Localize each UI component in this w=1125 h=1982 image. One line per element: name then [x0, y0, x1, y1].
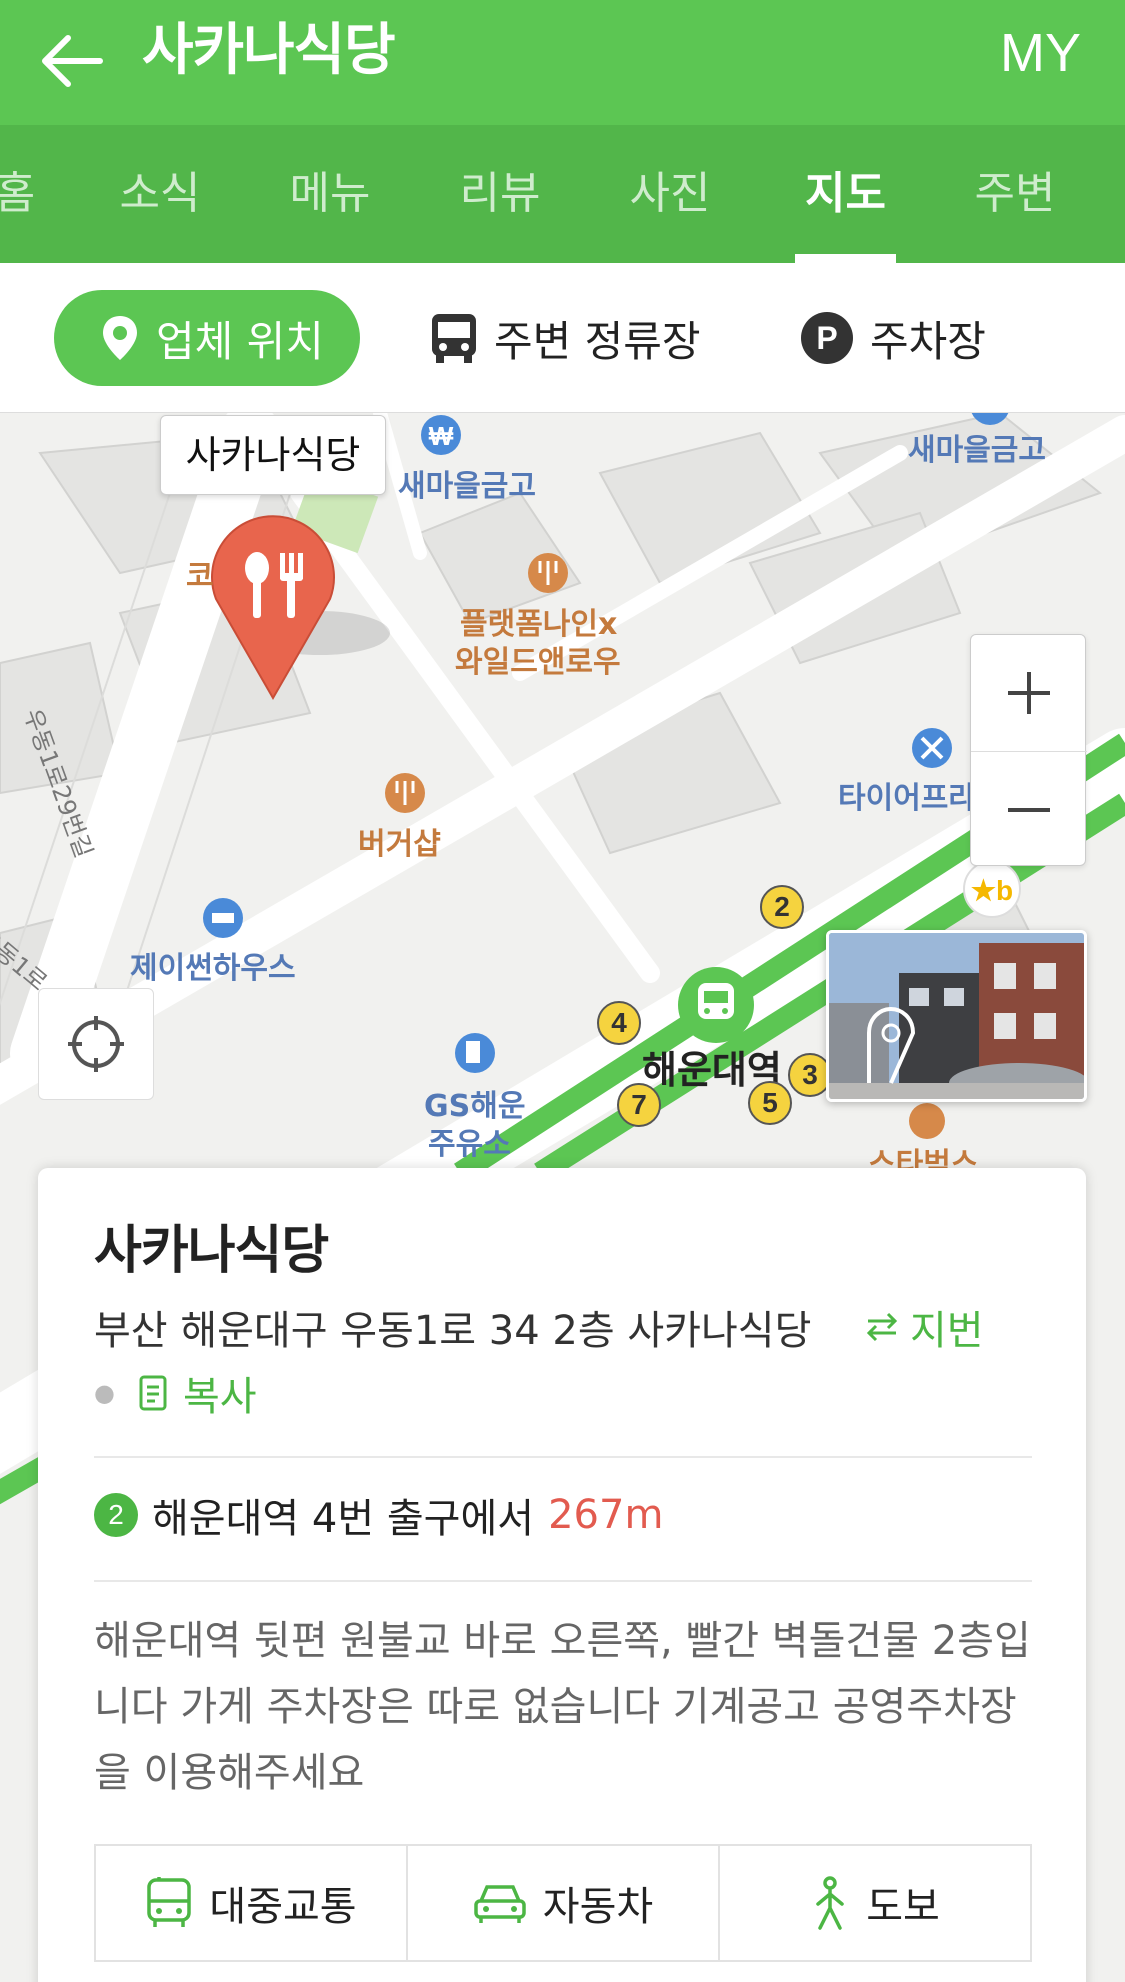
place-title: 사카나식당	[94, 1221, 329, 1281]
divider	[94, 1580, 1032, 1582]
swap-arrows-icon	[866, 1312, 898, 1342]
back-button[interactable]	[38, 26, 108, 96]
street-view-thumbnail[interactable]	[826, 930, 1087, 1102]
map-label-burger: 버거샵	[358, 827, 441, 862]
map-label-tire: 타이어프라	[838, 781, 976, 816]
parking-symbol: P	[816, 320, 837, 356]
zoom-controls	[970, 634, 1087, 867]
top-app-bar: 사카나식당 MY	[0, 0, 1125, 125]
svg-text:₩: ₩	[429, 421, 454, 451]
copy-document-icon	[139, 1375, 167, 1411]
street-view-image	[829, 933, 1084, 1099]
parking-filter-label: 주차장	[870, 316, 986, 366]
station-exit-text: 해운대역 4번 출구에서	[152, 1496, 535, 1542]
bus-stop-filter-label: 주변 정류장	[494, 316, 701, 366]
plus-icon	[1008, 672, 1050, 714]
zoom-in-button[interactable]	[971, 635, 1087, 751]
exit-badge: 2	[760, 885, 804, 929]
map-place-callout[interactable]: 사카나식당	[160, 415, 386, 495]
place-address: 부산 해운대구 우동1로 34 2층 사카나식당	[94, 1308, 812, 1354]
minus-icon	[1008, 807, 1050, 812]
starbucks-icon	[909, 1103, 945, 1139]
tab-reviews[interactable]: 리뷰	[450, 125, 550, 263]
transit-directions-button[interactable]: 대중교통	[96, 1846, 408, 1960]
transit-label: 대중교통	[209, 1884, 357, 1930]
lodging-poi-icon	[203, 898, 243, 938]
divider	[94, 1456, 1032, 1458]
car-icon	[473, 1881, 527, 1925]
location-filter-chip[interactable]: 업체 위치	[54, 290, 360, 386]
exit-badge: 5	[748, 1081, 792, 1125]
location-pin-icon	[100, 314, 140, 362]
copy-label: 복사	[182, 1374, 257, 1420]
walking-person-icon	[810, 1876, 850, 1930]
tab-nearby[interactable]: 주변	[965, 125, 1065, 263]
zoom-out-button[interactable]	[971, 751, 1087, 867]
crosshair-icon	[68, 1016, 124, 1072]
map-label-bank-left: 새마을금고	[398, 469, 536, 504]
bank-icon: ₩	[421, 415, 461, 455]
tab-home[interactable]: 홈	[0, 125, 50, 263]
map-label-bank-right: 새마을금고	[908, 433, 1046, 468]
parking-icon: P	[800, 311, 854, 365]
tab-photos[interactable]: 사진	[620, 125, 720, 263]
exit-badge: 4	[597, 1001, 641, 1045]
map-label-gas-2: 주유소	[428, 1127, 511, 1162]
tab-map[interactable]: 지도	[795, 125, 896, 263]
parking-filter-chip[interactable]: P 주차장	[800, 290, 986, 386]
map-label-cafe-2: 와일드앤로우	[455, 645, 621, 680]
car-directions-button[interactable]: 자동차	[408, 1846, 720, 1960]
tire-shop-icon	[912, 728, 952, 768]
cafe-poi-icon	[528, 553, 568, 593]
burger-poi-icon	[385, 773, 425, 813]
location-filter-label: 업체 위치	[156, 316, 324, 366]
bus-icon	[145, 1877, 193, 1929]
tab-menu[interactable]: 메뉴	[280, 125, 380, 263]
location-description: 해운대역 뒷편 원불교 바로 오른쪽, 빨간 벽돌건물 2층입니다 가게 주차장…	[94, 1618, 1031, 1796]
car-label: 자동차	[542, 1884, 654, 1930]
nearest-station-info: 2 해운대역 4번 출구에서 267m	[94, 1486, 663, 1544]
directions-mode-row: 대중교통 자동차 도보	[94, 1844, 1032, 1962]
jibun-label: 지번	[910, 1308, 984, 1354]
place-info-card: 사카나식당 부산 해운대구 우동1로 34 2층 사카나식당 지번 ● 복사 2…	[38, 1168, 1086, 1982]
gas-station-icon	[455, 1033, 495, 1073]
walk-label: 도보	[866, 1884, 940, 1930]
kb-bank-icon: ★b	[963, 860, 1021, 918]
map-label-guesthouse: 제이썬하우스	[130, 951, 296, 986]
station-distance: 267m	[548, 1492, 664, 1538]
bus-stop-filter-chip[interactable]: 주변 정류장	[430, 290, 701, 386]
page-title: 사카나식당	[142, 18, 396, 83]
map-view[interactable]: ₩ ★b 새마을금고 새마을금고 플랫폼나인x 와일드앤로우 버거샵 제이썬하우…	[0, 413, 1125, 1982]
my-location-button[interactable]	[38, 988, 154, 1100]
svg-text:★b: ★b	[971, 875, 1013, 906]
jibun-toggle-button[interactable]: 지번	[864, 1298, 984, 1356]
map-label-partial: 코	[186, 559, 214, 594]
exit-badge: 7	[617, 1083, 661, 1127]
subway-station-icon[interactable]	[678, 967, 754, 1043]
arrow-left-icon	[42, 35, 103, 87]
active-tab-indicator	[795, 254, 896, 263]
my-button[interactable]: MY	[1000, 18, 1081, 88]
bus-icon	[430, 312, 478, 364]
map-filter-row: 업체 위치 주변 정류장 P 주차장	[0, 263, 1125, 413]
tab-bar: 홈 소식 메뉴 리뷰 사진 지도 주변	[0, 125, 1125, 263]
subway-line-badge: 2	[94, 1493, 138, 1537]
walk-directions-button[interactable]: 도보	[720, 1846, 1030, 1960]
tab-news[interactable]: 소식	[110, 125, 210, 263]
copy-address-button[interactable]: ● 복사	[94, 1364, 257, 1422]
